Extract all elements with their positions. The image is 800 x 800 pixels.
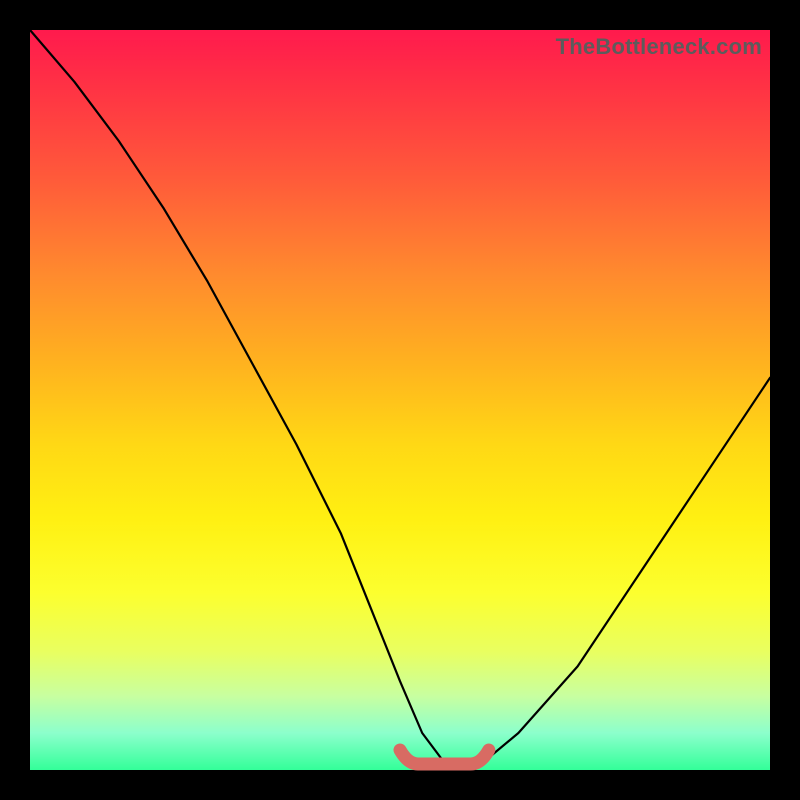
flat-zone-marker	[400, 750, 489, 764]
chart-frame: TheBottleneck.com	[0, 0, 800, 800]
bottleneck-curve	[30, 30, 770, 770]
chart-overlay	[30, 30, 770, 770]
chart-plot-area: TheBottleneck.com	[30, 30, 770, 770]
